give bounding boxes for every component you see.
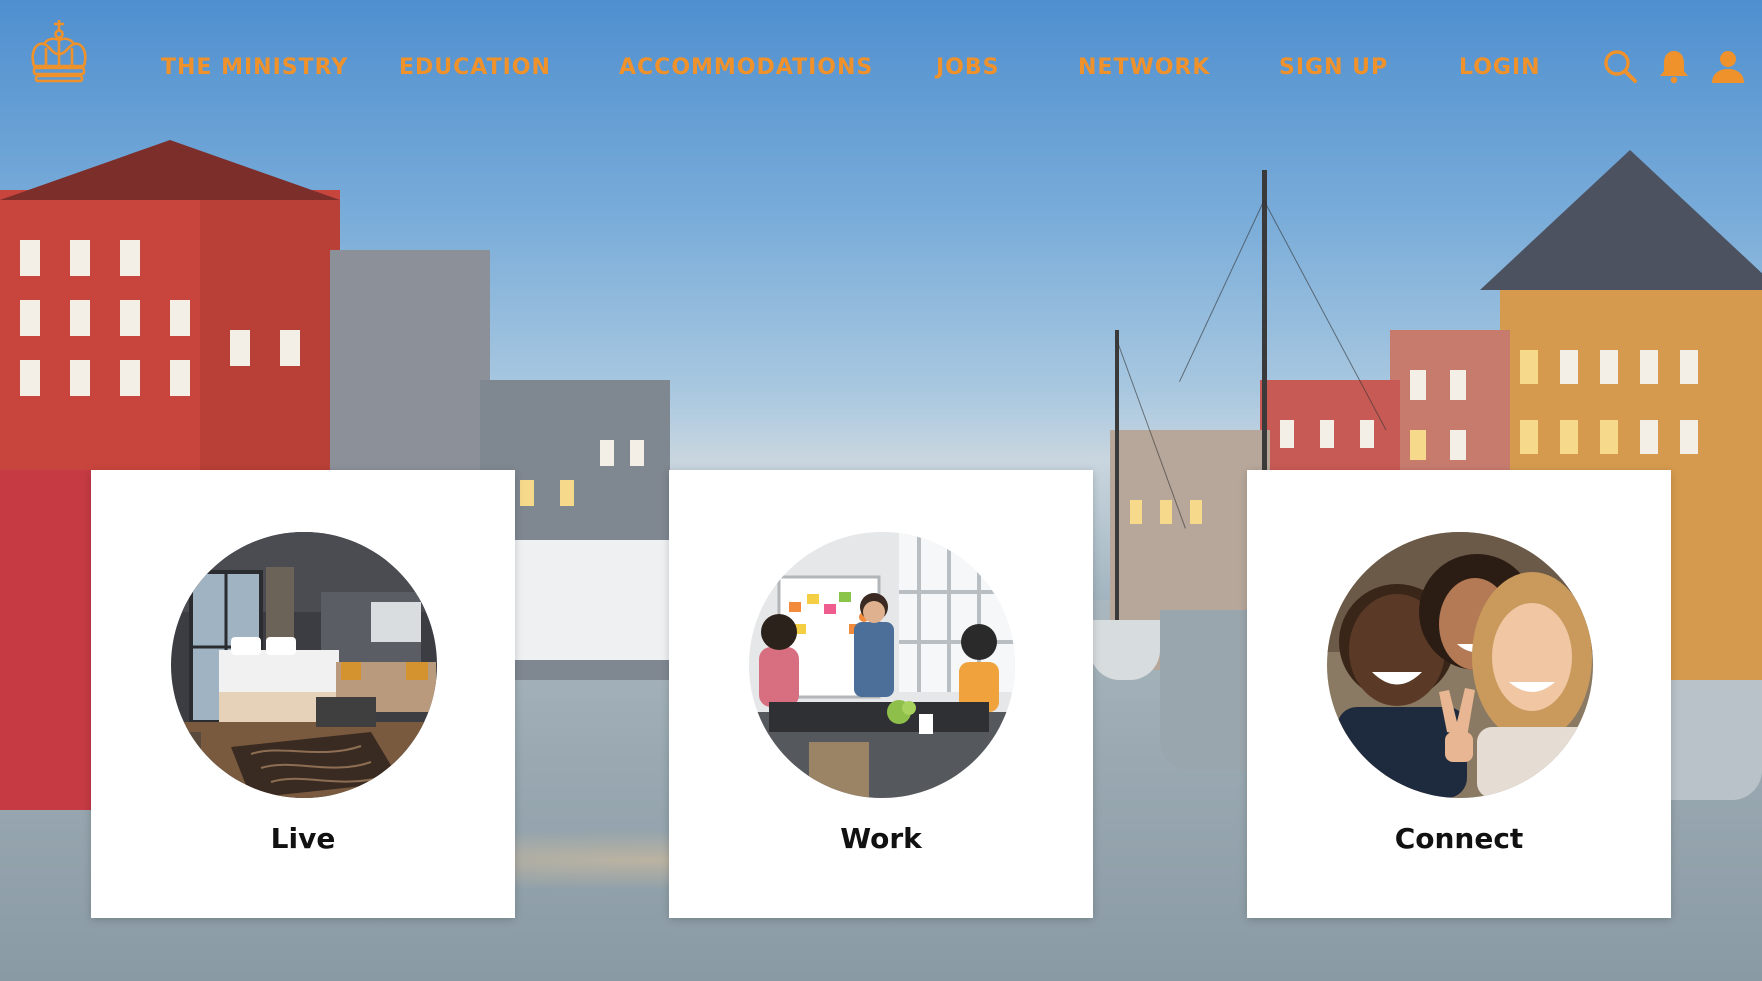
card-work[interactable]: Work [669, 470, 1093, 918]
user-icon[interactable] [1710, 48, 1746, 84]
friends-selfie-photo [1327, 532, 1593, 798]
crown-icon[interactable] [26, 18, 92, 84]
bell-icon[interactable] [1656, 48, 1692, 84]
nav-link-education[interactable]: EDUCATION [399, 55, 551, 80]
nav-link-jobs[interactable]: JOBS [936, 55, 1000, 80]
card-label-connect: Connect [1394, 822, 1524, 855]
card-live[interactable]: Live [91, 470, 515, 918]
card-label-work: Work [840, 822, 922, 855]
team-meeting-photo [749, 532, 1015, 798]
nav-link-accommodations[interactable]: ACCOMMODATIONS [619, 55, 873, 80]
nav-link-the-ministry[interactable]: THE MINISTRY [161, 55, 348, 80]
hotel-room-photo [171, 532, 437, 798]
nav-link-network[interactable]: NETWORK [1078, 55, 1210, 80]
nav-link-sign-up[interactable]: SIGN UP [1279, 55, 1388, 80]
search-icon[interactable] [1602, 48, 1638, 84]
nav-link-login[interactable]: LOGIN [1459, 55, 1541, 80]
card-connect[interactable]: Connect [1247, 470, 1671, 918]
card-label-live: Live [270, 822, 336, 855]
top-navigation: THE MINISTRY EDUCATION ACCOMMODATIONS JO… [0, 0, 1762, 135]
